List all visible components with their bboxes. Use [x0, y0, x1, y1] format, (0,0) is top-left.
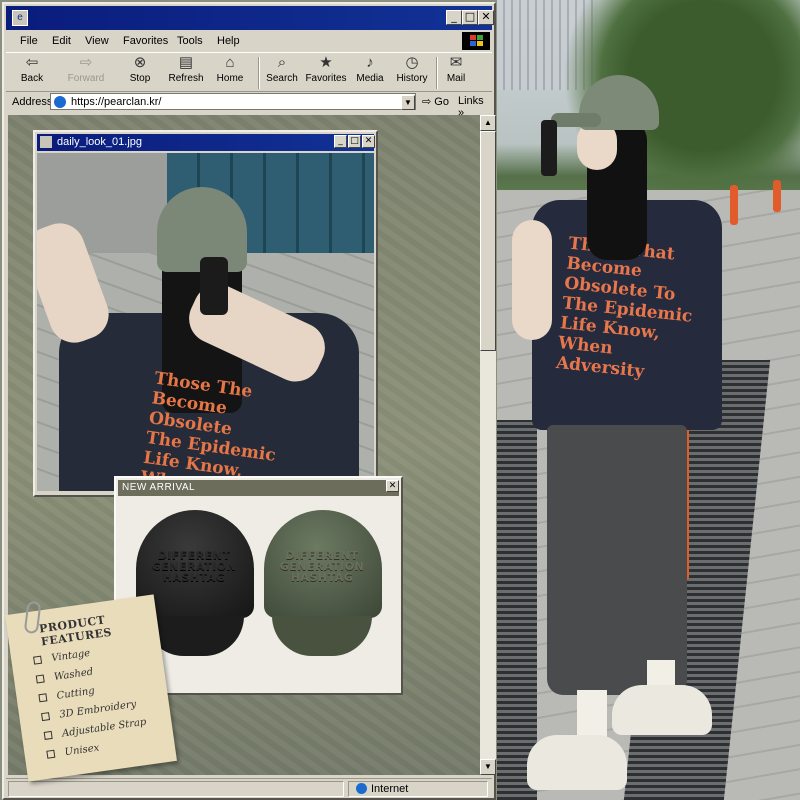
refresh-label: Refresh — [168, 73, 204, 84]
product-features-note: PRODUCT FEATURES Vintage Washed Cutting … — [5, 594, 177, 782]
menu-edit[interactable]: Edit — [52, 35, 71, 47]
model-cap — [551, 75, 659, 130]
mail-label: Mail — [446, 73, 466, 84]
forward-label: Forward — [67, 73, 105, 84]
address-dropdown-button[interactable]: ▼ — [401, 95, 415, 110]
media-button[interactable]: ♪ Media — [348, 54, 392, 85]
stop-icon: ⊗ — [133, 54, 147, 71]
new-arrival-close-button[interactable]: ✕ — [386, 480, 399, 492]
model-skirt — [547, 425, 687, 695]
photo-window-title-bar: daily_look_01.jpg _ □ ✕ — [37, 134, 375, 151]
scroll-up-button[interactable]: ▲ — [480, 115, 496, 131]
model-phone — [200, 257, 228, 315]
checkbox-icon — [35, 674, 45, 684]
page-icon — [54, 96, 66, 108]
ie-icon: e — [12, 10, 28, 26]
menu-tools[interactable]: Tools — [177, 35, 203, 47]
model: Those That Become Obsolete To The Epidem… — [507, 70, 737, 800]
history-icon: ◷ — [405, 54, 419, 71]
refresh-button[interactable]: ▤ Refresh — [164, 54, 208, 85]
back-arrow-icon: ⇦ — [25, 54, 39, 71]
zone-label: Internet — [371, 783, 409, 795]
address-url: https://pearclan.kr/ — [71, 96, 162, 108]
favorites-button[interactable]: ★ Favorites — [304, 54, 348, 85]
favorites-icon: ★ — [319, 54, 333, 71]
menu-favorites[interactable]: Favorites — [123, 35, 168, 47]
model-shoe — [612, 685, 712, 735]
daily-look-photo: Those The Become Obsolete The Epidemic L… — [37, 153, 374, 491]
photo-window-title: daily_look_01.jpg — [57, 136, 143, 148]
model-shirt-print: Those The Become Obsolete The Epidemic L… — [139, 368, 277, 491]
stop-label: Stop — [129, 73, 151, 84]
green-cap-embroidery: DIFFERENT GENERATION HASHTAG — [279, 549, 365, 584]
search-label: Search — [266, 73, 298, 84]
menu-help[interactable]: Help — [217, 35, 240, 47]
photo-minimize-button[interactable]: _ — [334, 135, 347, 148]
globe-icon — [356, 783, 367, 794]
search-icon: ⌕ — [277, 54, 287, 71]
vertical-scrollbar[interactable]: ▲ ▼ — [480, 115, 496, 775]
feature-item: Washed — [35, 667, 94, 686]
model-arm — [512, 220, 552, 340]
forward-button[interactable]: ⇨ Forward — [64, 54, 108, 85]
status-text-cell — [8, 781, 344, 797]
scroll-thumb[interactable] — [480, 131, 496, 351]
close-button[interactable]: ✕ — [478, 10, 494, 25]
home-label: Home — [216, 73, 244, 84]
minimize-button[interactable]: _ — [446, 10, 462, 25]
back-button[interactable]: ⇦ Back — [10, 54, 54, 85]
windows-logo-icon — [462, 32, 490, 50]
toolbar: ⇦ Back ⇨ Forward ⊗ Stop ▤ Refresh ⌂ Home… — [6, 52, 492, 92]
black-cap-embroidery: DIFFERENT GENERATION HASHTAG — [151, 549, 237, 584]
back-label: Back — [20, 73, 44, 84]
stop-button[interactable]: ⊗ Stop — [118, 54, 162, 85]
feature-item: Vintage — [33, 648, 91, 667]
bollard — [773, 180, 781, 212]
photo-maximize-button[interactable]: □ — [348, 135, 361, 148]
feature-item: Cutting — [38, 686, 95, 705]
model-phone — [541, 120, 557, 176]
checkbox-icon — [43, 730, 53, 740]
history-label: History — [396, 73, 428, 84]
status-zone: Internet — [356, 783, 408, 795]
status-bar: Internet — [6, 778, 492, 798]
features-heading: PRODUCT FEATURES — [38, 613, 113, 649]
go-button[interactable]: ⇨ Go — [422, 95, 449, 108]
history-button[interactable]: ◷ History — [390, 54, 434, 85]
menu-view[interactable]: View — [85, 35, 109, 47]
new-arrival-title-bar: NEW ARRIVAL — [118, 480, 399, 496]
address-input[interactable]: https://pearclan.kr/ ▼ — [50, 93, 416, 110]
home-icon: ⌂ — [225, 54, 235, 71]
photo-window: daily_look_01.jpg _ □ ✕ Those The Become… — [33, 130, 378, 497]
checkbox-icon — [33, 655, 43, 665]
forward-arrow-icon: ⇨ — [79, 54, 93, 71]
scroll-down-button[interactable]: ▼ — [480, 759, 496, 775]
media-label: Media — [356, 73, 384, 84]
feature-item: Unisex — [46, 742, 100, 760]
media-icon: ♪ — [366, 54, 374, 71]
green-cap-brim — [272, 616, 372, 656]
checkbox-icon — [41, 712, 51, 722]
street-photo: Those That Become Obsolete To The Epidem… — [497, 0, 800, 800]
menu-bar: File Edit View Favorites Tools Help — [6, 32, 492, 52]
go-label: Go — [434, 96, 449, 108]
model-shoe — [527, 735, 627, 790]
menu-file[interactable]: File — [20, 35, 38, 47]
mail-button[interactable]: ✉ Mail — [434, 54, 478, 85]
search-button[interactable]: ⌕ Search — [260, 54, 304, 85]
mail-icon: ✉ — [449, 54, 463, 71]
title-bar: e _ □ ✕ — [6, 6, 494, 30]
links-label: Links — [458, 95, 484, 107]
checkbox-icon — [46, 749, 56, 759]
photo-close-button[interactable]: ✕ — [362, 135, 375, 148]
address-label: Address — [12, 96, 53, 108]
address-bar: Address https://pearclan.kr/ ▼ ⇨ Go Link… — [6, 92, 492, 119]
maximize-button[interactable]: □ — [462, 10, 478, 25]
home-button[interactable]: ⌂ Home — [208, 54, 252, 85]
favorites-label: Favorites — [305, 73, 347, 84]
image-file-icon — [40, 136, 52, 148]
new-arrival-title: NEW ARRIVAL — [122, 482, 196, 493]
refresh-icon: ▤ — [178, 54, 194, 71]
checkbox-icon — [38, 693, 48, 703]
